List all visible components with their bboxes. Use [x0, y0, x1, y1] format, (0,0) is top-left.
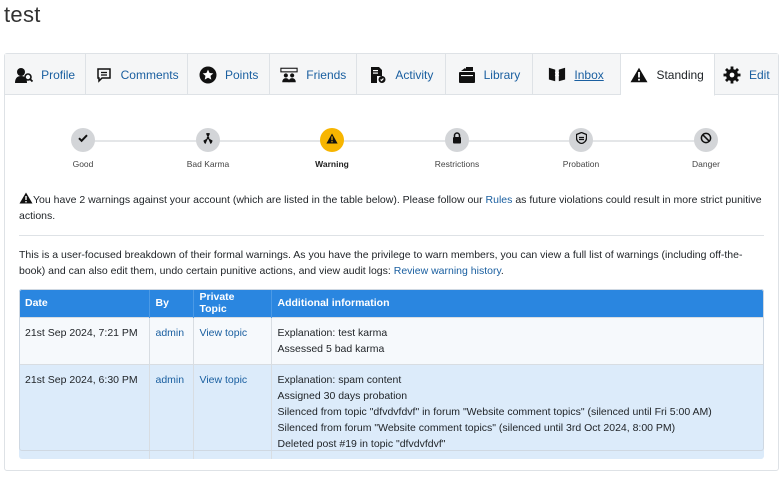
- info-line: Explanation: test karma: [277, 326, 388, 339]
- step-probation-label: Probation: [562, 159, 600, 169]
- user-search-icon: [15, 66, 34, 84]
- cell-additional-information: Explanation: test karma Assessed 5 bad k…: [270, 316, 764, 364]
- step-bad-karma-dot: [196, 128, 220, 152]
- cell-topic-link[interactable]: View topic: [192, 363, 271, 459]
- cell-additional-information: Explanation: spam content Assigned 30 da…: [270, 363, 764, 459]
- step-restrictions-dot: [445, 128, 469, 152]
- column-header-date: Date: [19, 289, 149, 317]
- warning-icon: [326, 131, 338, 149]
- gear-icon: [723, 66, 741, 84]
- tab-profile-label: Profile: [41, 67, 76, 82]
- tab-inbox-label: Inbox: [574, 67, 604, 82]
- cell-topic-link[interactable]: View topic: [192, 316, 271, 364]
- divider: [19, 235, 764, 236]
- ban-icon: [700, 131, 712, 149]
- tab-activity-label: Activity: [395, 67, 434, 82]
- step-restrictions: Restrictions: [397, 128, 517, 169]
- star-icon: [199, 66, 217, 84]
- step-warning-dot: [320, 128, 344, 152]
- tab-points[interactable]: Points: [188, 54, 271, 95]
- step-warning-label: Warning: [315, 159, 349, 169]
- tab-edit[interactable]: Edit: [715, 54, 778, 95]
- step-probation-dot: [569, 128, 593, 152]
- step-danger-dot: [694, 128, 718, 152]
- table-row: 21st Sep 2024, 7:21 PM admin View topic …: [19, 316, 764, 364]
- lock-icon: [452, 131, 462, 149]
- step-restrictions-label: Restrictions: [434, 159, 480, 169]
- table-row: 21st Sep 2024, 6:30 PM admin View topic …: [19, 363, 764, 459]
- profile-tabs: Profile Comments Points Friends Activity: [5, 54, 778, 96]
- tab-standing-label: Standing: [656, 67, 704, 82]
- page-title: test: [4, 2, 41, 27]
- warning-icon: [630, 66, 648, 84]
- step-probation: Probation: [521, 128, 641, 169]
- review-warning-history-link[interactable]: Review warning history: [394, 265, 501, 277]
- step-good: Good: [23, 128, 143, 169]
- info-line: Deleted post #19 in topic "dfvdvfdvf": [277, 437, 446, 450]
- warning-icon: [19, 192, 33, 206]
- step-danger-label: Danger: [692, 159, 720, 169]
- moderator-info: This is a user-focused breakdown of thei…: [19, 247, 764, 279]
- tab-friends[interactable]: Friends: [270, 54, 358, 95]
- step-danger: Danger: [646, 128, 766, 169]
- tab-comments[interactable]: Comments: [86, 54, 189, 95]
- tab-inbox[interactable]: Inbox: [533, 54, 621, 95]
- step-bad-karma: Bad Karma: [148, 128, 268, 169]
- column-header-additional-information: Additional information: [270, 289, 764, 317]
- shield-icon: [575, 131, 587, 149]
- tab-library[interactable]: Library: [446, 54, 533, 95]
- inbox-icon: [548, 66, 566, 84]
- column-header-private-topic: Private Topic: [192, 289, 271, 317]
- tab-activity[interactable]: Activity: [357, 54, 447, 95]
- cell-by-link[interactable]: admin: [148, 316, 193, 364]
- step-warning: Warning: [272, 128, 392, 169]
- step-good-label: Good: [72, 159, 94, 169]
- check-icon: [77, 131, 89, 149]
- karma-icon: [202, 131, 214, 149]
- activity-icon: [369, 66, 387, 84]
- tab-friends-label: Friends: [306, 67, 347, 82]
- warnings-table: Date By Private Topic Additional informa…: [19, 289, 764, 459]
- tab-profile[interactable]: Profile: [5, 54, 87, 95]
- table-header-row: Date By Private Topic Additional informa…: [19, 289, 764, 317]
- info-text-before: This is a user-focused breakdown of thei…: [19, 249, 743, 277]
- tab-standing[interactable]: Standing: [620, 54, 715, 96]
- info-line: Assessed 5 bad karma: [277, 342, 385, 355]
- step-bad-karma-label: Bad Karma: [186, 159, 230, 169]
- column-header-by: By: [148, 289, 193, 317]
- comment-icon: [95, 66, 113, 84]
- rules-link[interactable]: Rules: [486, 194, 513, 206]
- friends-icon: [280, 66, 298, 84]
- standing-progress: Good Bad Karma Warning Restrictions Prob: [19, 128, 764, 178]
- info-line: Silenced from topic "dfvdvfdvf" in forum…: [277, 405, 712, 418]
- cell-date: 21st Sep 2024, 7:21 PM: [19, 316, 149, 364]
- cell-by-link[interactable]: admin: [148, 363, 193, 459]
- standing-card: Profile Comments Points Friends Activity: [4, 53, 779, 471]
- tab-edit-label: Edit: [748, 67, 770, 82]
- tab-library-label: Library: [483, 67, 521, 82]
- tab-points-label: Points: [224, 67, 259, 82]
- info-line: Silenced from forum "Website comment top…: [277, 421, 676, 434]
- tab-comments-label: Comments: [120, 67, 179, 82]
- warning-text-before: You have 2 warnings against your account…: [33, 194, 486, 206]
- cell-date: 21st Sep 2024, 6:30 PM: [19, 363, 149, 459]
- info-line: Explanation: spam content: [277, 373, 402, 386]
- library-icon: [458, 66, 476, 84]
- info-text-after: .: [500, 265, 504, 277]
- info-line: Assigned 30 days probation: [277, 389, 408, 402]
- warning-notice: You have 2 warnings against your account…: [19, 192, 764, 224]
- step-good-dot: [71, 128, 95, 152]
